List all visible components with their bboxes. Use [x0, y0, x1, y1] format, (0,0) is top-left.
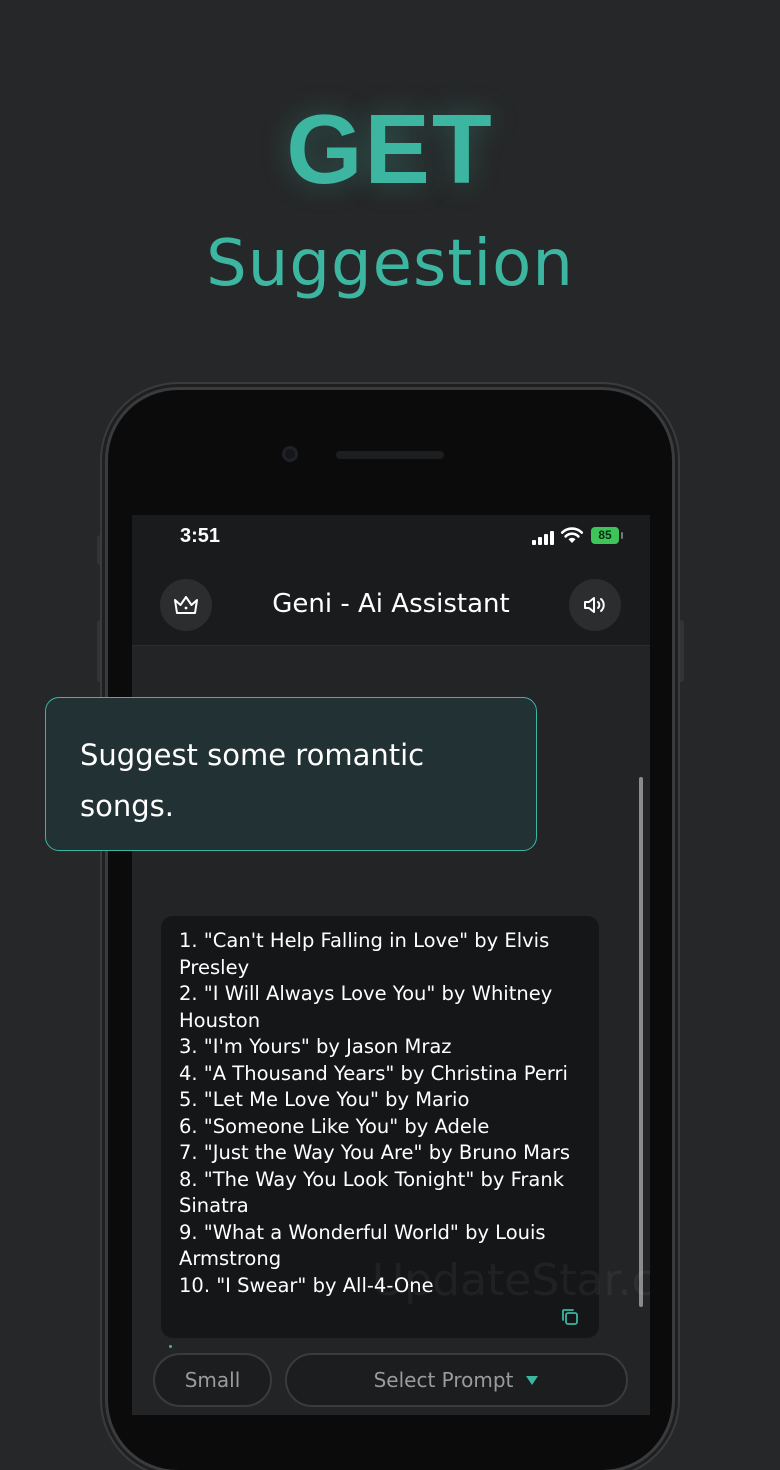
hero-subtitle: Suggestion — [206, 227, 574, 301]
size-label: Small — [184, 1368, 241, 1392]
voice-toggle-button[interactable] — [569, 579, 621, 631]
wifi-icon — [560, 527, 584, 543]
reply-line: 7. "Just the Way You Are" by Bruno Mars — [179, 1141, 571, 1164]
reply-line: Presley — [179, 955, 250, 979]
user-prompt-bubble: Suggest some romantic songs. — [45, 697, 537, 851]
reply-line: 2. "I Will Always Love You" by Whitney — [179, 982, 553, 1005]
reply-line: 4. "A Thousand Years" by Christina Perri — [179, 1061, 568, 1085]
phone-side-button — [678, 620, 684, 682]
status-bar: 3:51 85 — [132, 515, 650, 567]
speaker-icon — [584, 597, 605, 613]
reply-line: 9. "What a Wonderful World" by Louis — [179, 1220, 546, 1244]
reply-line: 3. "I'm Yours" by Jason Mraz — [179, 1035, 452, 1058]
phone-side-button — [97, 535, 103, 565]
select-prompt-button[interactable]: Select Prompt — [285, 1353, 628, 1407]
select-prompt-label: Select Prompt — [373, 1368, 514, 1392]
phone-side-button — [97, 620, 103, 682]
status-time: 3:51 — [180, 525, 221, 547]
phone-screen: 3:51 85 Geni - Ai Assistant 1. "Can't He… — [132, 515, 650, 1415]
reply-line: 5. "Let Me Love You" by Mario — [179, 1088, 470, 1111]
typing-indicator — [169, 1345, 172, 1348]
triangle-down-icon — [526, 1376, 539, 1385]
reply-line: 8. "The Way You Look Tonight" by Frank — [179, 1167, 565, 1191]
reply-line: Houston — [179, 1008, 261, 1032]
cellular-signal-icon — [532, 531, 554, 545]
watermark: UpdateStar.com — [372, 1255, 650, 1306]
chat-scrollbar[interactable] — [639, 777, 643, 1307]
front-camera — [282, 446, 298, 462]
reply-line: 1. "Can't Help Falling in Love" by Elvis — [179, 929, 550, 952]
size-selector-button[interactable]: Small — [153, 1353, 272, 1407]
reply-line: 6. "Someone Like You" by Adele — [179, 1114, 490, 1138]
reply-line: Sinatra — [179, 1194, 249, 1217]
app-header: Geni - Ai Assistant — [132, 567, 650, 646]
earpiece-speaker — [336, 451, 444, 459]
copy-icon[interactable] — [559, 1306, 581, 1328]
battery-indicator: 85 — [591, 527, 623, 544]
hero-title: GET — [286, 94, 494, 204]
